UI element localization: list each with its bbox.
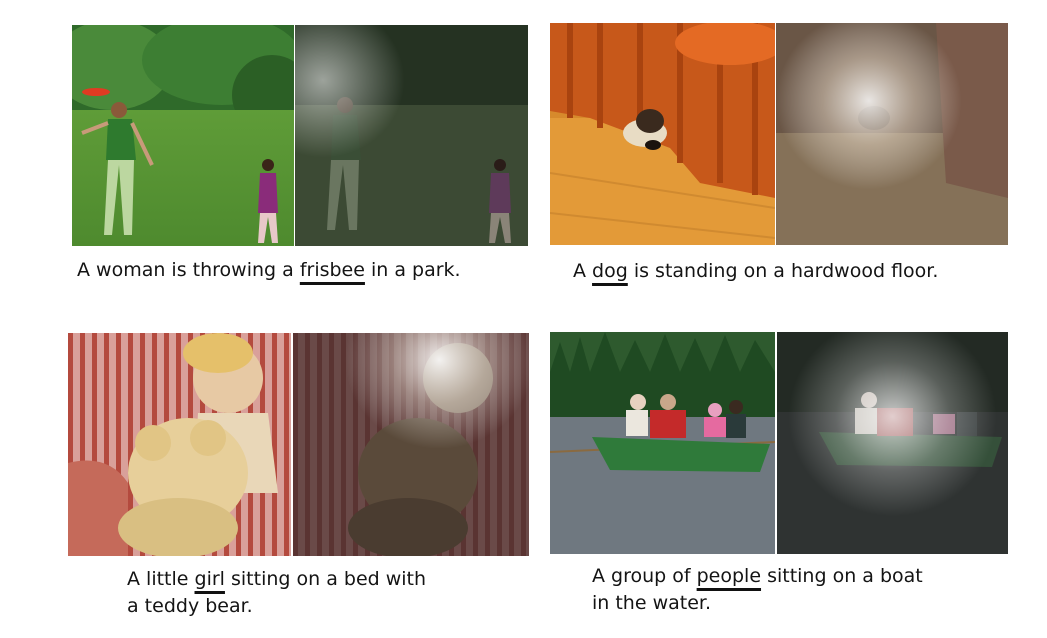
- caption-text: A woman is throwing a: [77, 259, 300, 281]
- highlighted-word: people: [696, 565, 762, 587]
- photo-girl-teddy: [68, 333, 291, 556]
- photo-people-boat: [550, 332, 775, 554]
- caption-text: is standing on a hardwood floor.: [627, 260, 939, 282]
- caption-text: A: [573, 260, 593, 282]
- highlighted-word: girl: [194, 568, 225, 590]
- caption-people: A group of people sitting on a boat in t…: [592, 563, 923, 617]
- highlighted-word: frisbee: [299, 259, 365, 281]
- caption-line-2: a teddy bear.: [127, 595, 253, 617]
- caption-text: sitting on a boat: [761, 565, 923, 587]
- attention-map-dog-floor: [776, 23, 1008, 245]
- caption-dog: A dog is standing on a hardwood floor.: [573, 258, 938, 285]
- attention-map-girl-teddy: [293, 333, 529, 556]
- caption-text: sitting on a bed with: [224, 568, 427, 590]
- caption-frisbee: A woman is throwing a frisbee in a park.: [77, 257, 461, 284]
- caption-text: A group of: [592, 565, 697, 587]
- caption-text: in a park.: [364, 259, 461, 281]
- photo-dog-floor: [550, 23, 775, 245]
- attention-map-woman-frisbee: [295, 25, 528, 246]
- caption-text: A little: [127, 568, 195, 590]
- photo-woman-frisbee: [72, 25, 294, 246]
- caption-line-2: in the water.: [592, 592, 712, 614]
- attention-map-people-boat: [777, 332, 1008, 554]
- highlighted-word: dog: [592, 260, 628, 282]
- caption-girl: A little girl sitting on a bed with a te…: [127, 566, 426, 620]
